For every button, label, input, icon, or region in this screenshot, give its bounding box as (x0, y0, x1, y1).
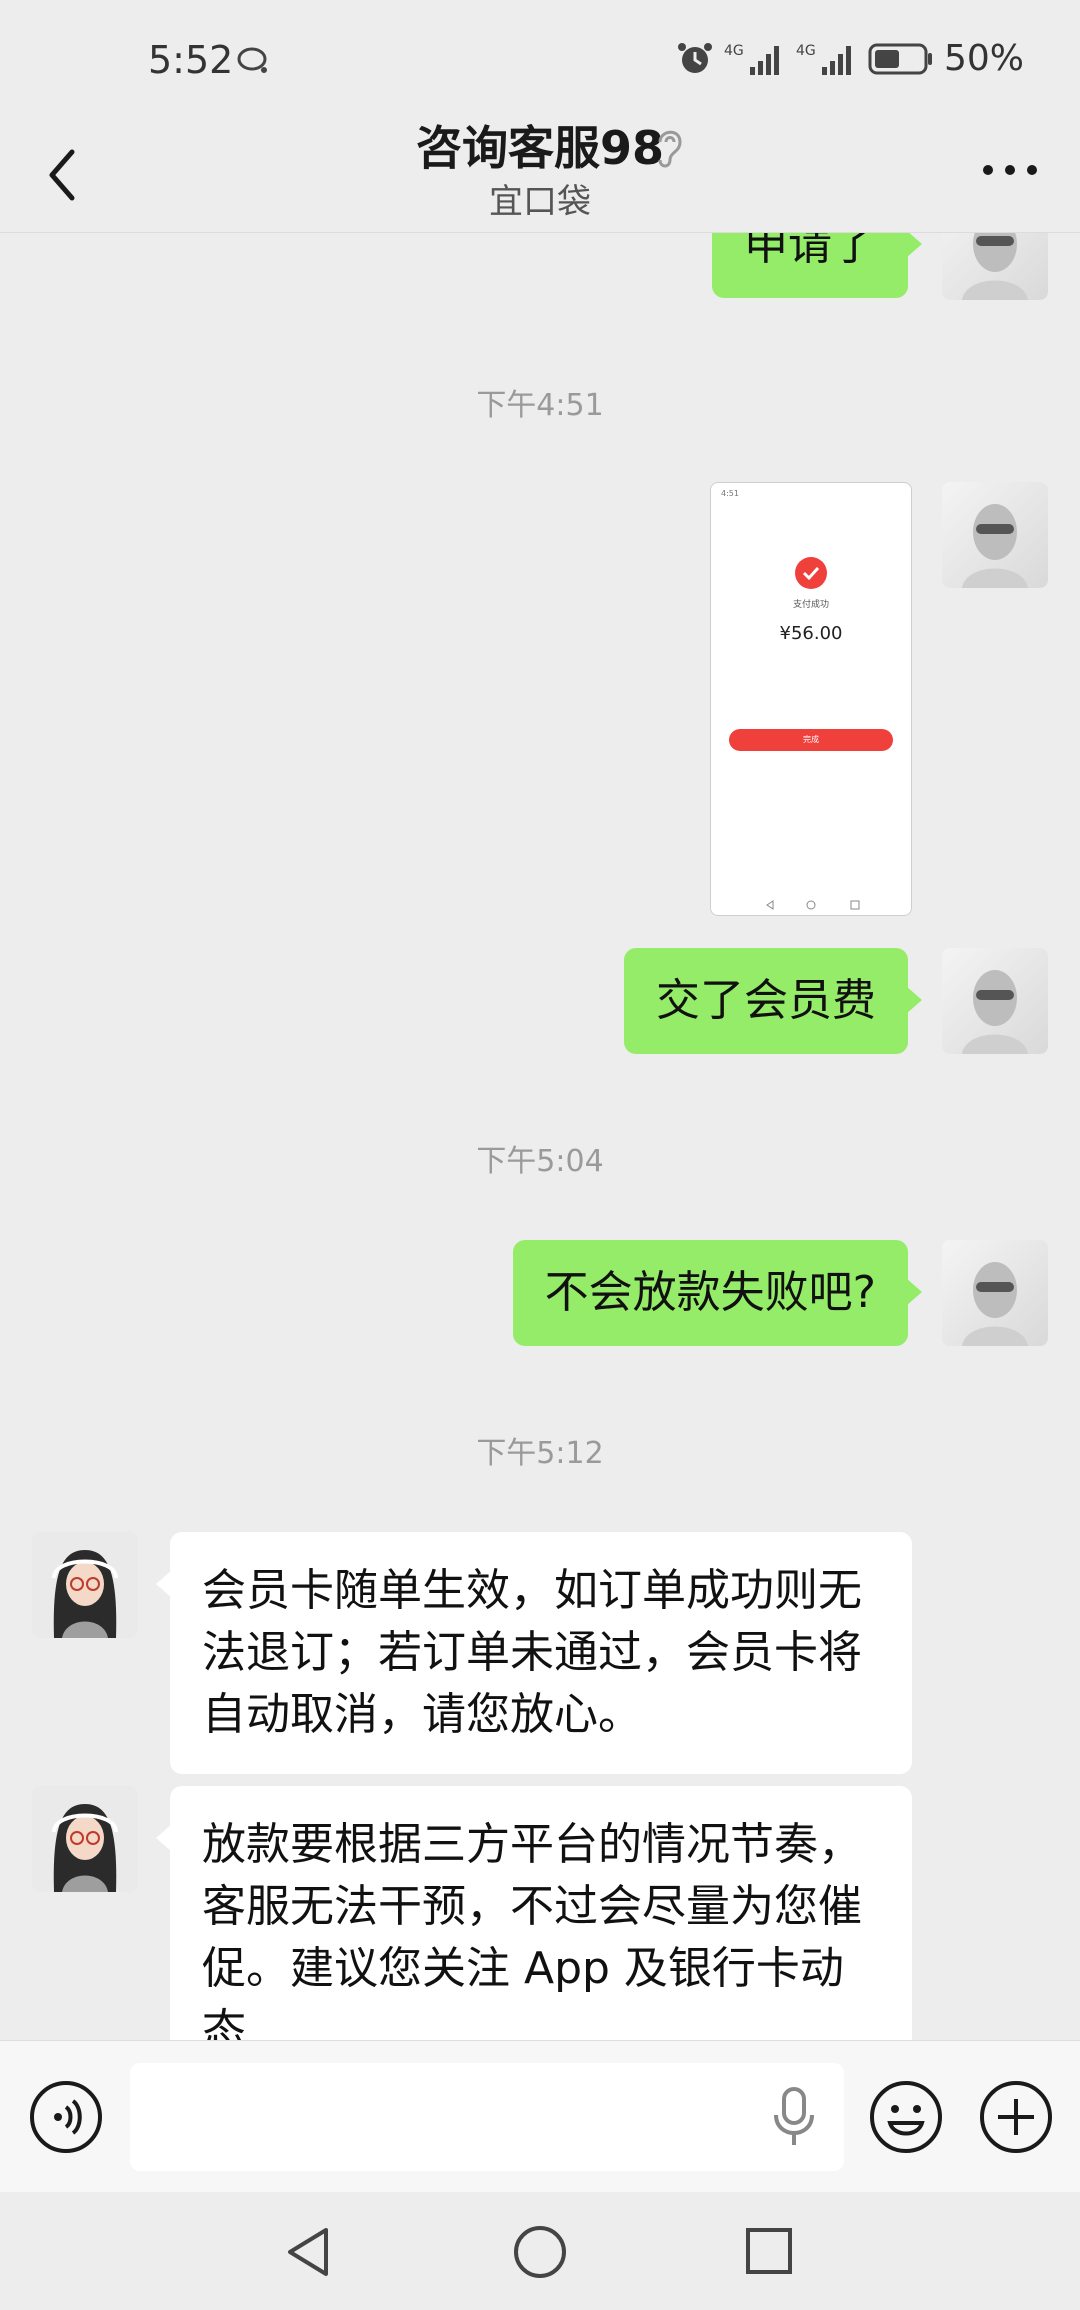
signal-icon: 4G (724, 41, 786, 77)
emoji-button[interactable] (868, 2079, 944, 2159)
alarm-icon (676, 40, 714, 78)
voice-icon (30, 2081, 102, 2153)
plus-icon (980, 2081, 1052, 2153)
message-bubble-received[interactable]: 会员卡随单生效，如订单成功则无法退订；若订单未通过，会员卡将自动取消，请您放心。 (156, 1532, 912, 1774)
more-icon (983, 165, 1037, 175)
agent-avatar[interactable] (32, 1786, 138, 1892)
battery-percent: 50% (943, 38, 1024, 79)
message-bubble-sent[interactable]: 交了会员费 (624, 948, 922, 1054)
svg-text:4G: 4G (796, 43, 816, 59)
ear-icon (652, 124, 686, 174)
avatar[interactable] (942, 1240, 1048, 1346)
chat-header: 咨询客服98 宜口袋 (0, 110, 1080, 233)
notification-chat-icon (236, 46, 270, 80)
image-message[interactable]: 4:51 支付成功 ¥56.00 完成 (710, 482, 912, 916)
message-bubble-received[interactable]: 放款要根据三方平台的情况节奏，客服无法干预，不过会尽量为您催促。建议您关注 Ap… (156, 1786, 912, 2040)
avatar[interactable] (942, 948, 1048, 1054)
page-subtitle: 宜口袋 (489, 182, 591, 222)
timestamp: 下午4:51 (476, 388, 604, 423)
voice-button[interactable] (28, 2079, 104, 2159)
input-bar (0, 2040, 1080, 2193)
avatar[interactable] (942, 232, 1048, 300)
more-button[interactable] (978, 150, 1042, 190)
signal-icon-2: 4G (796, 41, 858, 77)
system-nav-bar (0, 2192, 1080, 2310)
page-title: 咨询客服98 (415, 121, 664, 175)
svg-text:4G: 4G (724, 43, 744, 59)
thumb-amount: ¥56.00 (779, 623, 843, 644)
chat-messages[interactable]: 申请了 下午4:51 4:51 支付成功 ¥56.00 完成 交了会员费 下午5… (0, 232, 1080, 2040)
avatar[interactable] (942, 482, 1048, 588)
message-bubble-sent[interactable]: 不会放款失败吧? (512, 1240, 923, 1346)
thumb-status-time: 4:51 (721, 489, 739, 498)
status-icons: 4G 4G 50% (676, 38, 1024, 79)
plus-button[interactable] (978, 2079, 1054, 2159)
agent-avatar[interactable] (32, 1532, 138, 1638)
thumb-label: 支付成功 (792, 600, 829, 610)
nav-back-icon[interactable] (282, 2224, 334, 2284)
status-bar: 5:52 4G 4G 50% (0, 0, 1080, 120)
status-time: 5:52 (148, 38, 234, 82)
emoji-icon (870, 2081, 942, 2153)
success-check-icon (795, 557, 827, 589)
message-bubble-sent[interactable]: 申请了 (712, 232, 922, 298)
thumb-button: 完成 (729, 729, 893, 751)
timestamp: 下午5:04 (476, 1144, 604, 1179)
battery-icon (868, 42, 934, 76)
nav-home-icon[interactable] (512, 2224, 568, 2284)
nav-recent-icon[interactable] (744, 2226, 794, 2280)
timestamp: 下午5:12 (476, 1436, 604, 1471)
message-input[interactable] (130, 2063, 844, 2171)
mic-icon[interactable] (772, 2087, 816, 2151)
thumb-nav (711, 897, 911, 911)
